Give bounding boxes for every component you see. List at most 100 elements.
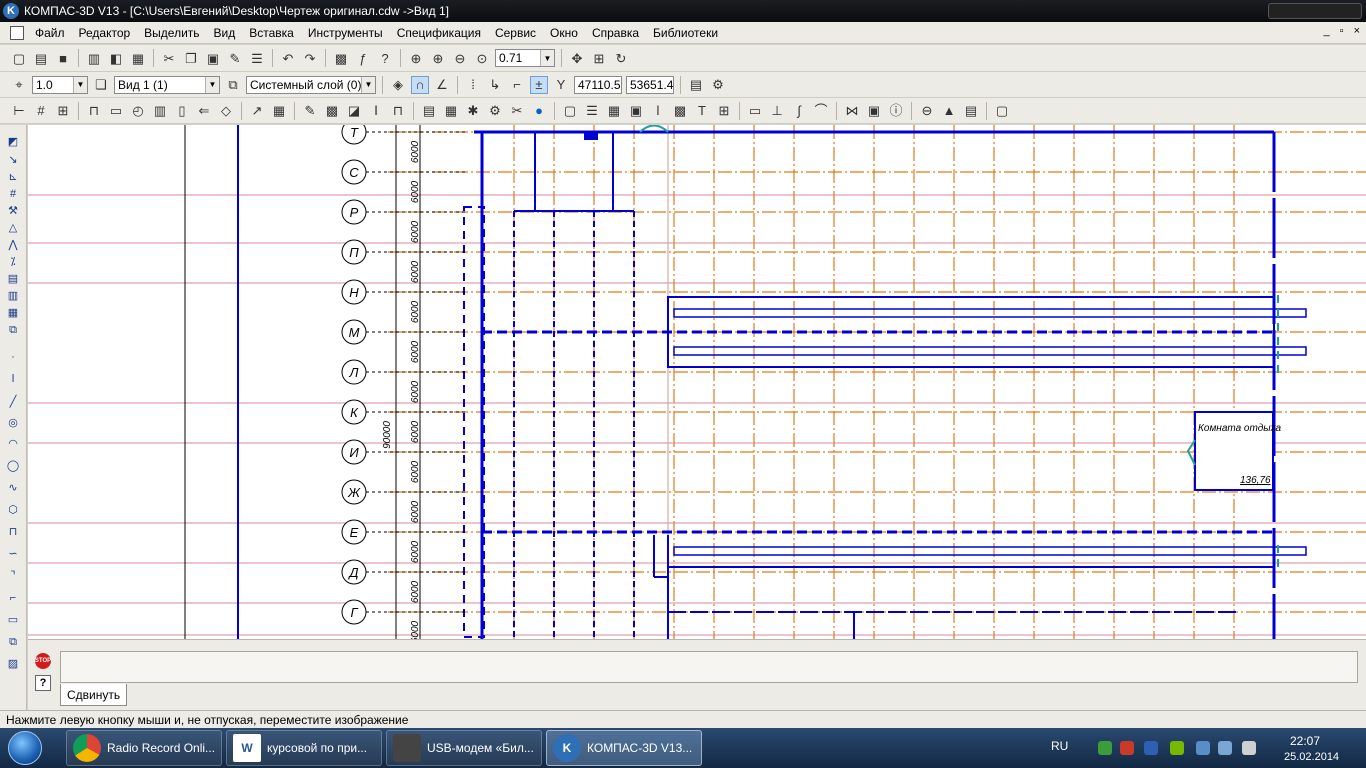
measure-icon[interactable]: ⊖: [918, 102, 936, 120]
polyline-icon[interactable]: ⬡: [5, 503, 21, 517]
window-controls[interactable]: [1268, 3, 1362, 19]
fragment-icon[interactable]: ✱: [464, 102, 482, 120]
report-icon[interactable]: ▤: [962, 102, 980, 120]
stairs-icon[interactable]: ⊓: [85, 102, 103, 120]
edit-icon[interactable]: #: [5, 187, 21, 201]
coord-x-field[interactable]: 47110.5: [574, 75, 622, 94]
mirror-icon[interactable]: ⋈: [843, 102, 861, 120]
frame-icon[interactable]: ⊓: [389, 102, 407, 120]
contour-icon[interactable]: ⧉: [5, 635, 21, 649]
hatch-icon[interactable]: #: [32, 102, 50, 120]
parameters-icon[interactable]: ▤: [687, 76, 705, 94]
menu-specification[interactable]: Спецификация: [390, 26, 488, 40]
volume-icon[interactable]: [1242, 741, 1256, 755]
drawing-canvas[interactable]: Т С Р П Н М Л К И Ж Е Д Г 6000 6000 6000 6000 6000 6000 600…: [28, 125, 1366, 639]
pillar-icon[interactable]: Ⅰ: [367, 102, 385, 120]
trim-icon[interactable]: ▭: [746, 102, 764, 120]
diamond-icon[interactable]: ◇: [217, 102, 235, 120]
fillet-icon[interactable]: ∫: [790, 102, 808, 120]
zoom-out-icon[interactable]: ⊖: [451, 49, 469, 67]
point-icon[interactable]: ·: [5, 350, 21, 364]
preview-icon[interactable]: ◧: [107, 49, 125, 67]
mark-icon[interactable]: ǀ: [649, 102, 667, 120]
table-grid-icon[interactable]: ⊞: [715, 102, 733, 120]
context-help-icon[interactable]: ?: [376, 49, 394, 67]
chevron-down-icon[interactable]: ▼: [73, 76, 87, 93]
fragment-tools-icon[interactable]: ⧉: [5, 323, 21, 337]
new-file-icon[interactable]: ▢: [10, 49, 28, 67]
green-table-icon[interactable]: ▩: [323, 102, 341, 120]
aux-line-icon[interactable]: ǀ: [5, 372, 21, 386]
properties-icon[interactable]: ☰: [248, 49, 266, 67]
info-icon[interactable]: ⓘ: [887, 102, 905, 120]
signal-icon[interactable]: [1218, 741, 1232, 755]
layer-icon[interactable]: ⧉: [224, 76, 242, 94]
pencil-icon[interactable]: ✎: [301, 102, 319, 120]
cut-icon[interactable]: ✂: [160, 49, 178, 67]
format-painter-icon[interactable]: ✎: [226, 49, 244, 67]
menu-file[interactable]: Файл: [28, 26, 72, 40]
column-icon[interactable]: ▯: [173, 102, 191, 120]
ortho-icon[interactable]: ⌐: [508, 76, 526, 94]
cell-icon[interactable]: ▣: [627, 102, 645, 120]
chevron-down-icon[interactable]: ▼: [540, 50, 554, 66]
tools-icon[interactable]: ✂: [508, 102, 526, 120]
print-icon[interactable]: ▥: [85, 49, 103, 67]
refresh-icon[interactable]: ↻: [612, 49, 630, 67]
zoom-window-icon[interactable]: ⊕: [407, 49, 425, 67]
mdi-close-button[interactable]: ×: [1354, 25, 1360, 37]
menu-edit[interactable]: Редактор: [72, 26, 138, 40]
formula-icon[interactable]: ƒ: [354, 49, 372, 67]
open-library-icon[interactable]: ▤: [420, 102, 438, 120]
lock-icon[interactable]: ◈: [389, 76, 407, 94]
view-combo[interactable]: Вид 1 (1) ▼: [114, 75, 220, 94]
chamfer-tool-icon[interactable]: ⌝: [5, 569, 21, 583]
menu-insert[interactable]: Вставка: [242, 26, 301, 40]
mdi-minimize-button[interactable]: _: [1324, 25, 1330, 37]
cursor-step-icon[interactable]: ⌖: [10, 76, 28, 94]
zoom-combo[interactable]: 0.71 ▼: [495, 49, 555, 67]
display-icon[interactable]: [1196, 741, 1210, 755]
door-icon[interactable]: ◴: [129, 102, 147, 120]
text-icon[interactable]: T: [693, 102, 711, 120]
room-icon[interactable]: ▦: [270, 102, 288, 120]
rectangle-icon[interactable]: ▭: [5, 613, 21, 627]
hatch-tool-icon[interactable]: ▨: [5, 657, 21, 671]
window-element-icon[interactable]: ▭: [107, 102, 125, 120]
library-icon[interactable]: ▦: [442, 102, 460, 120]
parametrization-icon[interactable]: ⚒: [5, 204, 21, 218]
layer-combo[interactable]: Системный слой (0) ▼: [246, 75, 376, 94]
taskbar-item-kompas[interactable]: K КОМПАС-3D V13...: [546, 730, 702, 766]
open-file-icon[interactable]: ▤: [32, 49, 50, 67]
language-indicator[interactable]: RU: [1051, 739, 1068, 753]
taskbar-item-modem[interactable]: USB-модем «Бил...: [386, 730, 542, 766]
redo-icon[interactable]: ↷: [301, 49, 319, 67]
coord-y-field[interactable]: 53651.4: [626, 75, 674, 94]
document-icon[interactable]: [10, 25, 24, 40]
measure-tools-icon[interactable]: △: [5, 221, 21, 235]
symbols-icon[interactable]: ⊾: [5, 170, 21, 184]
fillet-tool-icon[interactable]: ⌐: [5, 591, 21, 605]
circle-icon[interactable]: ◎: [5, 416, 21, 430]
undo-icon[interactable]: ↶: [279, 49, 297, 67]
stop-icon[interactable]: STOP: [35, 653, 51, 669]
zoom-in-icon[interactable]: ⊕: [429, 49, 447, 67]
menu-libraries[interactable]: Библиотеки: [646, 26, 725, 40]
geometry-icon[interactable]: ◩: [5, 135, 21, 149]
step-combo[interactable]: 1.0 ▼: [32, 75, 88, 94]
arc-icon[interactable]: ◠: [5, 437, 21, 451]
view-icon[interactable]: ❏: [92, 76, 110, 94]
grid-table-icon[interactable]: ▦: [605, 102, 623, 120]
insert-view-icon[interactable]: ▢: [561, 102, 579, 120]
bluetooth-icon[interactable]: [1144, 741, 1158, 755]
table-icon[interactable]: ⊞: [54, 102, 72, 120]
menu-window[interactable]: Окно: [543, 26, 585, 40]
help-icon[interactable]: ?: [35, 675, 51, 691]
copy-icon[interactable]: ❐: [182, 49, 200, 67]
drawing-svg[interactable]: Т С Р П Н М Л К И Ж Е Д Г 6000 6000 6000 6000 6000 6000 600…: [28, 125, 1366, 639]
angle-icon[interactable]: ∠: [433, 76, 451, 94]
wall-icon[interactable]: ▥: [151, 102, 169, 120]
view-tools-icon[interactable]: ▦: [5, 306, 21, 320]
clock-time[interactable]: 22:07: [1290, 734, 1320, 748]
reports-icon[interactable]: ▤: [5, 272, 21, 286]
